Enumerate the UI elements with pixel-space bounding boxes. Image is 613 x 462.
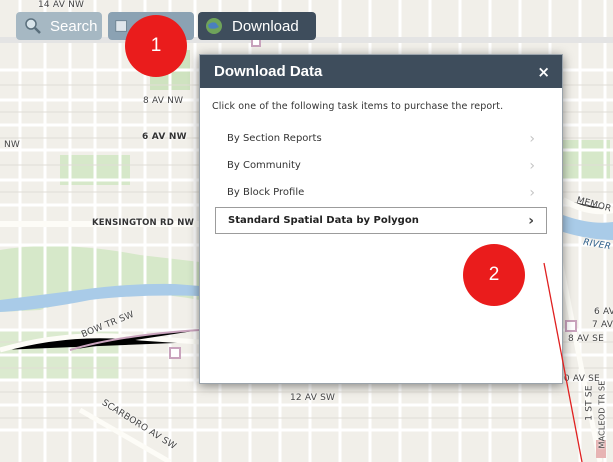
map-label-12av: 12 AV SW [290, 393, 336, 403]
chevron-right-icon: › [529, 130, 535, 147]
dialog-instructions: Click one of the following task items to… [212, 101, 504, 112]
map-label-top-cut: 14 AV NW [38, 0, 85, 10]
task-list: By Section Reports › By Community › By B… [215, 125, 547, 234]
globe-download-icon [206, 18, 222, 34]
step-badge-1: 1 [125, 15, 187, 77]
task-item-label: Standard Spatial Data by Polygon [228, 215, 419, 226]
map-label-8av-nw: 8 AV NW [143, 96, 184, 106]
close-icon[interactable]: × [537, 63, 550, 81]
task-item-label: By Block Profile [227, 187, 305, 198]
task-item-community[interactable]: By Community › [215, 152, 547, 179]
task-item-section-reports[interactable]: By Section Reports › [215, 125, 547, 152]
map-label-kensington: KENSINGTON RD NW [92, 218, 195, 228]
chevron-right-icon: › [528, 212, 534, 229]
map-label-7av-right: 7 AV [592, 320, 613, 330]
map-label-1st-se: 1 ST SE [584, 385, 595, 421]
chevron-right-icon: › [529, 157, 535, 174]
task-item-spatial-data-polygon[interactable]: Standard Spatial Data by Polygon › [215, 207, 547, 234]
search-button-label: Search [50, 17, 98, 35]
map-label-8av-se: 8 AV SE [568, 334, 604, 344]
map-label-10av-se: 10 AV SE [558, 374, 600, 384]
download-button[interactable]: Download [198, 12, 316, 40]
task-item-label: By Section Reports [227, 133, 322, 144]
task-item-label: By Community [227, 160, 301, 171]
download-button-label: Download [232, 17, 299, 35]
step-badge-2: 2 [463, 244, 525, 306]
search-button[interactable]: Search [16, 12, 102, 40]
search-icon [25, 18, 41, 34]
map-label-6av-right: 6 AV [594, 307, 613, 317]
map-label-macleod: MACLEOD TR SE [597, 380, 607, 449]
dialog-header: Download Data × [200, 55, 562, 88]
dialog-title: Download Data [214, 63, 323, 80]
map-label-6av-nw: 6 AV NW [142, 132, 187, 142]
download-data-dialog: Download Data × Click one of the followi… [199, 54, 563, 384]
map-label-nw: NW [4, 140, 21, 150]
task-item-block-profile[interactable]: By Block Profile › [215, 179, 547, 206]
chevron-right-icon: › [529, 184, 535, 201]
